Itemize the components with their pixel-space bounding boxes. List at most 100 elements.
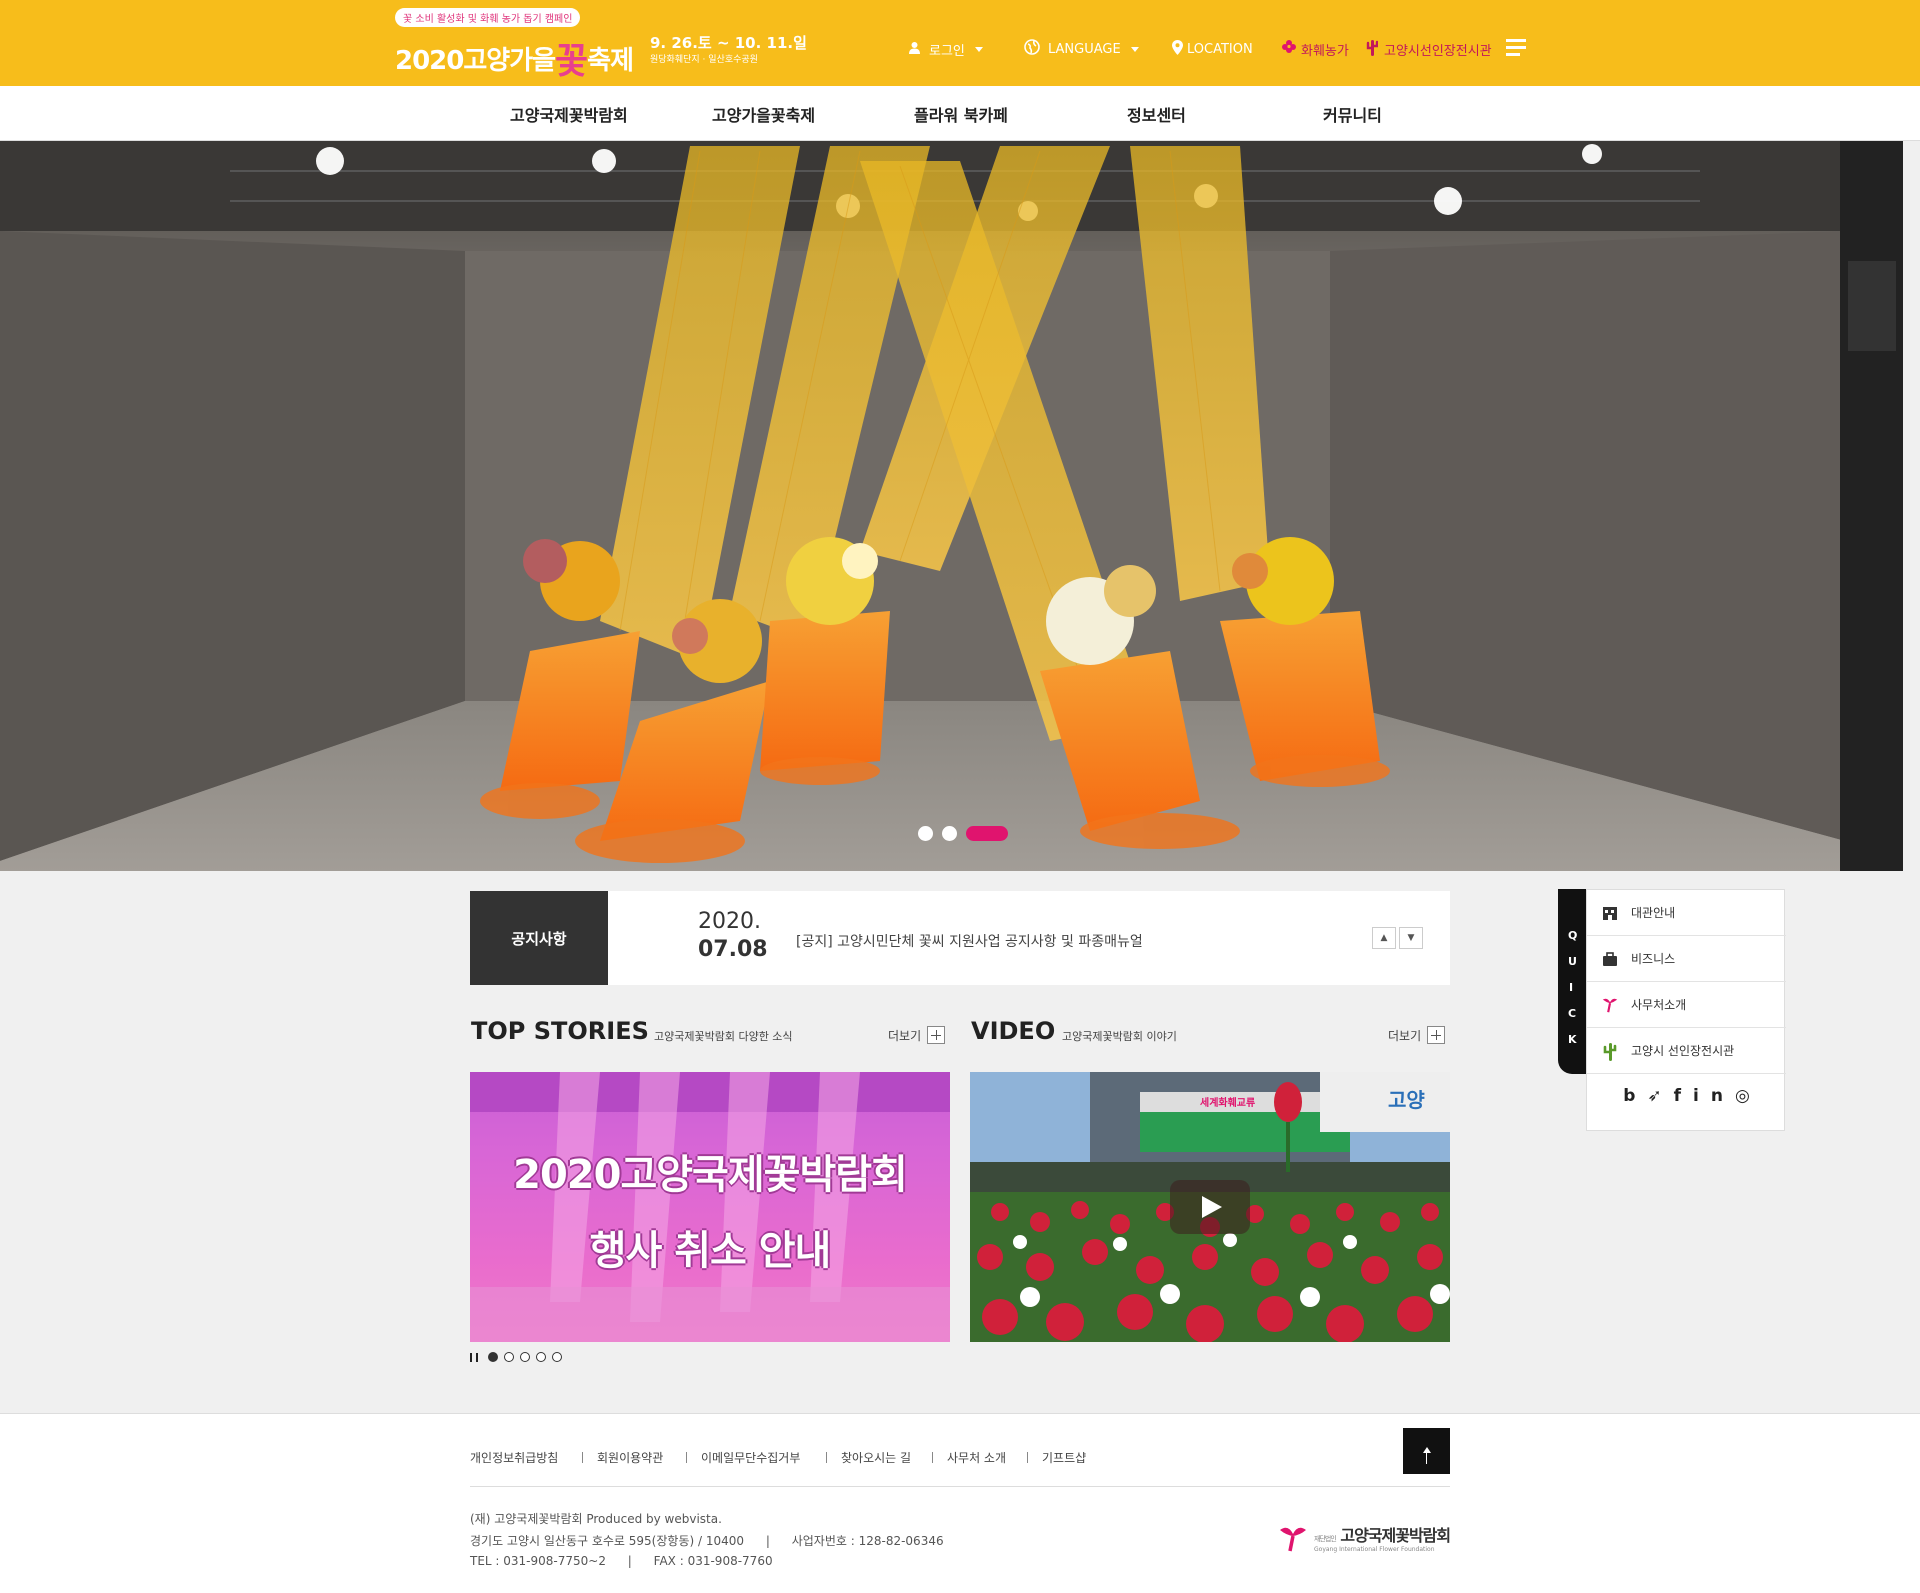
footer-link-email-policy[interactable]: 이메일무단수집거부	[701, 1449, 800, 1466]
story-dot-2[interactable]	[504, 1352, 514, 1362]
top-stories-subtitle: 고양국제꽃박람회 다양한 소식	[654, 1030, 793, 1043]
flower-farm-link[interactable]: 화훼농가	[1281, 36, 1349, 62]
footer-link-giftshop[interactable]: 기프트샵	[1042, 1449, 1086, 1466]
caret-down-icon	[974, 46, 983, 52]
divider	[826, 1452, 827, 1463]
footer-fax: FAX : 031-908-7760	[653, 1554, 773, 1568]
play-icon[interactable]	[1170, 1180, 1250, 1234]
location-link[interactable]: LOCATION	[1172, 36, 1253, 62]
footer-logo-prefix: 재단법인	[1314, 1535, 1337, 1543]
plus-icon	[927, 1026, 946, 1044]
social-links: b➶fin◎	[1587, 1086, 1786, 1106]
divider	[932, 1452, 933, 1463]
notice-bar: 공지사항 2020. 07.08 [공지] 고양시민단체 꽃씨 지원사업 공지사…	[470, 891, 1450, 985]
hero-dot-1[interactable]	[918, 826, 933, 841]
login-label: 로그인	[929, 43, 965, 59]
facebook-icon[interactable]: f	[1674, 1086, 1693, 1106]
footer-address: 경기도 고양시 일산동구 호수로 595(장항동) / 10400	[470, 1534, 745, 1548]
footer-link-privacy[interactable]: 개인정보취급방침	[470, 1449, 558, 1466]
blog-icon[interactable]: b	[1623, 1086, 1647, 1106]
banner-background	[470, 1072, 950, 1342]
quick-item-secretariat[interactable]: 사무처소개	[1587, 982, 1786, 1028]
footer-logo-sub: Goyang International Flower Foundation	[1314, 1546, 1435, 1553]
footer-contact-line: TEL : 031-908-7750~2 | FAX : 031-908-776…	[470, 1554, 773, 1568]
hero-slider	[0, 141, 1903, 871]
divider	[1027, 1452, 1028, 1463]
quick-item-rental[interactable]: 대관안내	[1587, 890, 1786, 936]
video-thumbnail[interactable]: 세계화훼교류 고양	[970, 1072, 1450, 1342]
story-dot-1[interactable]	[488, 1352, 498, 1362]
quick-letter: K	[1568, 1033, 1577, 1046]
foundation-logo-icon	[1280, 1527, 1306, 1551]
divider	[582, 1452, 583, 1463]
more-label: 더보기	[1388, 1028, 1422, 1043]
chevron-down-icon[interactable]: ▼	[1399, 927, 1423, 949]
quick-item-business[interactable]: 비즈니스	[1587, 936, 1786, 982]
map-pin-icon	[1172, 39, 1183, 59]
story-dot-3[interactable]	[520, 1352, 530, 1362]
festival-date: 9. 26.토 ~ 10. 11.일	[650, 34, 807, 52]
festival-logo[interactable]: 꽃 소비 활성화 및 화훼 농가 돕기 캠페인 2020고양가을꽃축제 9. 2…	[395, 6, 807, 82]
nav-item-book-cafe[interactable]: 플라워 북카페	[914, 102, 1008, 126]
story-dot-5[interactable]	[552, 1352, 562, 1362]
hero-slide-image	[0, 141, 1903, 871]
user-icon	[908, 41, 921, 58]
pause-icon[interactable]	[470, 1352, 478, 1362]
quick-letter: U	[1568, 955, 1577, 968]
footer-divider	[470, 1486, 1450, 1487]
nav-item-community[interactable]: 커뮤니티	[1323, 102, 1382, 126]
cactus-hall-label: 고양시선인장전시관	[1384, 43, 1492, 59]
menu-hamburger-icon[interactable]	[1506, 39, 1526, 57]
twitter-icon[interactable]: ➶	[1647, 1086, 1673, 1106]
language-label: LANGUAGE	[1048, 41, 1121, 57]
building-icon	[1601, 904, 1619, 922]
weibo-icon[interactable]: ◎	[1735, 1086, 1762, 1106]
footer-logo-text: 재단법인 고양국제꽃박람회	[1314, 1522, 1451, 1546]
quick-letter: C	[1568, 1007, 1577, 1020]
plus-icon	[1427, 1026, 1446, 1044]
top-stories-banner[interactable]: 2020고양국제꽃박람회 행사 취소 안내	[470, 1072, 950, 1342]
top-header: 꽃 소비 활성화 및 화훼 농가 돕기 캠페인 2020고양가을꽃축제 9. 2…	[0, 0, 1920, 86]
cactus-icon	[1601, 1042, 1619, 1061]
top-stories-more-button[interactable]: 더보기	[888, 1026, 946, 1044]
footer-link-directions[interactable]: 찾아오시는 길	[841, 1449, 911, 1466]
notice-label[interactable]: 공지사항	[470, 891, 608, 985]
footer-foundation-logo[interactable]: 재단법인 고양국제꽃박람회 Goyang International Flowe…	[1278, 1522, 1451, 1553]
quick-item-label: 대관안내	[1631, 906, 1676, 920]
logo-tagline: 꽃 소비 활성화 및 화훼 농가 돕기 캠페인	[395, 8, 581, 27]
festival-place: 원당화훼단지 · 일산호수공원	[650, 55, 758, 65]
notice-date: 07.08	[698, 937, 768, 962]
footer: 개인정보취급방침 회원이용약관 이메일무단수집거부 찾아오시는 길 사무처 소개…	[0, 1413, 1920, 1593]
hero-dot-2[interactable]	[942, 826, 957, 841]
footer-link-about[interactable]: 사무처 소개	[947, 1449, 1006, 1466]
cactus-hall-link[interactable]: 고양시선인장전시관	[1366, 36, 1492, 62]
story-dot-4[interactable]	[536, 1352, 546, 1362]
top-stories-pagination	[470, 1352, 568, 1362]
notice-title-link[interactable]: [공지] 고양시민단체 꽃씨 지원사업 공지사항 및 파종매뉴얼	[796, 931, 1143, 951]
footer-logo-name: 고양국제꽃박람회	[1340, 1526, 1451, 1545]
video-subtitle: 고양국제꽃박람회 이야기	[1062, 1030, 1177, 1043]
banner-line-1: 2020고양국제꽃박람회	[513, 1152, 908, 1198]
video-more-button[interactable]: 더보기	[1388, 1026, 1446, 1044]
nav-item-flower-show[interactable]: 고양국제꽃박람회	[510, 102, 628, 126]
divider	[686, 1452, 687, 1463]
footer-link-terms[interactable]: 회원이용약관	[597, 1449, 663, 1466]
video-sign-text: 세계화훼교류	[1200, 1098, 1256, 1109]
more-label: 더보기	[888, 1028, 922, 1043]
language-menu[interactable]: LANGUAGE	[1024, 36, 1139, 62]
footer-org: (재) 고양국제꽃박람회 Produced by webvista.	[470, 1512, 722, 1526]
quick-item-cactus-hall[interactable]: 고양시 선인장전시관	[1587, 1028, 1786, 1074]
logo-title-pre: 2020고양가을	[395, 46, 556, 76]
nav-item-autumn-festival[interactable]: 고양가을꽃축제	[712, 102, 815, 126]
flower-farm-label: 화훼농가	[1301, 43, 1349, 59]
hero-dot-3-active[interactable]	[966, 826, 1008, 841]
linkedin-icon[interactable]: in	[1693, 1086, 1735, 1106]
chevron-up-icon[interactable]: ▲	[1372, 927, 1396, 949]
nav-item-info-center[interactable]: 정보센터	[1127, 102, 1186, 126]
globe-icon	[1024, 39, 1040, 59]
quick-menu: Q U I C K 대관안내 비즈니스 사무처소개 고양시 선인장전시관 b➶f…	[1558, 889, 1786, 1131]
quick-tab[interactable]: Q U I C K	[1558, 889, 1586, 1074]
login-menu[interactable]: 로그인	[908, 36, 983, 62]
footer-biz-no: 사업자번호 : 128-82-06346	[791, 1534, 944, 1548]
scroll-to-top-button[interactable]	[1403, 1428, 1450, 1474]
